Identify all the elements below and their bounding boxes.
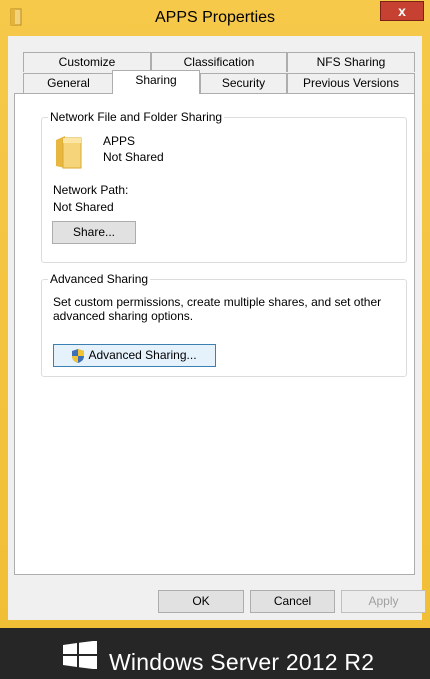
- uac-shield-icon: [70, 348, 86, 371]
- properties-window: APPS Properties x Customize Classificati…: [0, 0, 430, 628]
- shared-folder-icon: [53, 134, 83, 173]
- advanced-sharing-button[interactable]: Advanced Sharing...: [53, 344, 216, 367]
- tab-sharing[interactable]: Sharing: [112, 70, 200, 94]
- share-state: Not Shared: [103, 150, 164, 164]
- tab-previous-versions[interactable]: Previous Versions: [287, 73, 415, 93]
- folder-name: APPS: [103, 134, 136, 148]
- network-sharing-group-label: Network File and Folder Sharing: [48, 110, 225, 124]
- tab-security[interactable]: Security: [200, 73, 287, 93]
- advanced-sharing-group-label: Advanced Sharing: [48, 272, 151, 286]
- cancel-button[interactable]: Cancel: [250, 590, 335, 613]
- tab-general[interactable]: General: [23, 73, 114, 93]
- advanced-sharing-description: Set custom permissions, create multiple …: [53, 295, 382, 323]
- sharing-panel: Network File and Folder Sharing APPS Not…: [14, 93, 415, 575]
- tab-customize[interactable]: Customize: [23, 52, 151, 72]
- title-bar[interactable]: APPS Properties x: [0, 0, 430, 36]
- window-title: APPS Properties: [154, 9, 276, 26]
- advanced-sharing-button-label: Advanced Sharing...: [88, 348, 197, 362]
- share-button[interactable]: Share...: [52, 221, 136, 244]
- network-path-value: Not Shared: [53, 200, 114, 214]
- windows-logo-icon: [63, 640, 97, 672]
- tab-classification[interactable]: Classification: [151, 52, 287, 72]
- network-path-label: Network Path:: [53, 183, 129, 197]
- tab-nfs-sharing[interactable]: NFS Sharing: [287, 52, 415, 72]
- ok-button[interactable]: OK: [158, 590, 244, 613]
- windows-server-brand-text: Windows Server 2012 R2: [109, 649, 375, 675]
- apply-button[interactable]: Apply: [341, 590, 426, 613]
- close-button[interactable]: x: [380, 1, 424, 21]
